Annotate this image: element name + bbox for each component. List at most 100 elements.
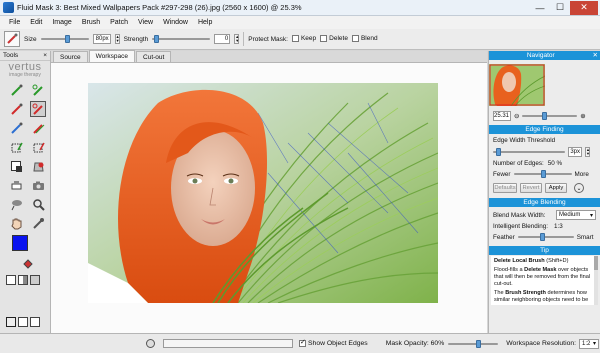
num-edges-value: 50 % xyxy=(547,160,563,167)
menu-patch[interactable]: Patch xyxy=(105,19,133,26)
size-slider[interactable] xyxy=(40,35,89,43)
num-edges-row: Number of Edges: 50 % xyxy=(489,160,600,167)
keep-local-brush-icon[interactable] xyxy=(30,82,46,98)
lasso-icon[interactable] xyxy=(8,196,24,212)
current-brush-icon[interactable] xyxy=(4,31,20,47)
feather-label: Feather xyxy=(493,233,515,241)
delete-local-brush-icon[interactable] xyxy=(30,101,46,117)
feather-smart-row: Feather Smart xyxy=(489,233,600,241)
tab-source[interactable]: Source xyxy=(53,51,88,62)
edge-help-icon[interactable]: ⌄ xyxy=(574,183,584,193)
menu-image[interactable]: Image xyxy=(47,19,76,26)
feather-smart-slider[interactable] xyxy=(517,233,574,241)
eyedropper-icon[interactable] xyxy=(30,215,46,231)
workspace-canvas[interactable] xyxy=(51,63,487,333)
show-object-edges-checkbox[interactable]: Show Object Edges xyxy=(299,338,368,347)
size-value-field[interactable]: 80px xyxy=(92,34,111,44)
edge-finding-buttons: Defaults Revert Apply ⌄ xyxy=(489,183,600,193)
fill-delete-icon[interactable] xyxy=(30,158,46,174)
status-indicator-icon[interactable] xyxy=(146,339,155,348)
tip-scrollbar[interactable] xyxy=(594,256,598,305)
view-single-icon[interactable] xyxy=(6,275,16,285)
blend-brush-icon[interactable] xyxy=(8,120,24,136)
menu-bar: File Edit Image Brush Patch View Window … xyxy=(0,16,600,29)
tool-grid xyxy=(0,78,50,231)
edge-width-slider[interactable] xyxy=(493,148,565,156)
edge-width-spinner[interactable]: ▲ ▼ xyxy=(585,147,590,157)
navigator-thumbnail[interactable] xyxy=(489,64,546,107)
zoom-icon[interactable] xyxy=(30,196,46,212)
edge-finding-header: Edge Finding xyxy=(489,125,600,134)
revert-button[interactable]: Revert xyxy=(520,183,542,193)
delete-checkbox[interactable]: Delete xyxy=(320,35,348,43)
menu-edit[interactable]: Edit xyxy=(25,19,47,26)
num-edges-slider[interactable] xyxy=(513,170,572,178)
zoom-value-field[interactable]: 25.31 xyxy=(493,111,511,121)
patch-brush-icon[interactable] xyxy=(30,139,46,155)
mask-toggle-icon[interactable] xyxy=(18,317,28,327)
edge-width-threshold-label: Edge Width Threshold xyxy=(493,137,556,144)
menu-window[interactable]: Window xyxy=(158,19,193,26)
mask-view-icon[interactable] xyxy=(6,317,16,327)
show-object-edges-label: Show Object Edges xyxy=(308,340,368,347)
delete-brush-icon[interactable] xyxy=(8,101,24,117)
fill-bucket-icon[interactable] xyxy=(22,258,34,272)
title-bar: Fluid Mask 3: Best Mixed Wallpapers Pack… xyxy=(0,0,600,16)
hand-icon[interactable] xyxy=(8,215,24,231)
tab-workspace[interactable]: Workspace xyxy=(88,50,136,62)
intelligent-blending-value: 1:3 xyxy=(553,223,563,230)
view-overlay-icon[interactable] xyxy=(30,275,40,285)
mask-opacity-label: Mask Opacity: 60% xyxy=(385,340,445,347)
vertus-logo: vertus image therapy xyxy=(0,61,50,79)
apply-button[interactable]: Apply xyxy=(545,183,567,193)
strength-spinner[interactable]: ▲ ▼ xyxy=(234,34,240,44)
chevron-down-icon: ▾ xyxy=(589,212,593,219)
delete-label: Delete xyxy=(329,35,348,43)
maximize-button[interactable]: ☐ xyxy=(550,1,570,15)
blend-checkbox[interactable]: Blend xyxy=(351,35,378,43)
menu-view[interactable]: View xyxy=(133,19,158,26)
zoom-out-icon[interactable]: ⊖ xyxy=(514,113,519,120)
tools-close-icon[interactable]: × xyxy=(43,52,47,59)
strength-label: Strength xyxy=(123,35,149,43)
keep-brush-icon[interactable] xyxy=(8,82,24,98)
patch-icon[interactable] xyxy=(8,139,24,155)
zoom-slider[interactable] xyxy=(522,112,578,120)
defaults-button[interactable]: Defaults xyxy=(493,183,517,193)
menu-help[interactable]: Help xyxy=(193,19,217,26)
fewer-label: Fewer xyxy=(493,170,511,178)
edge-blending-header: Edge Blending xyxy=(489,198,600,207)
eraser-icon[interactable] xyxy=(8,177,24,193)
blend-mask-width-select[interactable]: Medium ▾ xyxy=(556,210,596,220)
status-bar: Show Object Edges Mask Opacity: 60% Work… xyxy=(0,333,600,353)
workspace-photo[interactable] xyxy=(88,83,438,303)
tip-shortcut: (Shift+D) xyxy=(546,258,569,264)
tip-line1-strong: Delete Mask xyxy=(524,267,557,273)
menu-brush[interactable]: Brush xyxy=(77,19,105,26)
edge-width-row: 3px ▲ ▼ xyxy=(489,147,600,157)
blend-local-brush-icon[interactable] xyxy=(30,120,46,136)
close-button[interactable]: ✕ xyxy=(570,0,598,15)
fill-keep-icon[interactable] xyxy=(8,158,24,174)
num-edges-label: Number of Edges: xyxy=(493,160,544,167)
navigator-close-icon[interactable]: ✕ xyxy=(593,51,598,60)
edge-width-value[interactable]: 3px xyxy=(568,147,582,157)
keep-checkbox[interactable]: Keep xyxy=(291,35,316,43)
workspace-resolution-value: 1:2 xyxy=(582,340,591,347)
chevron-down-icon: ▾ xyxy=(593,341,597,347)
view-split-icon[interactable] xyxy=(18,275,28,285)
tip-body: Delete Local Brush (Shift+D) Flood-fills… xyxy=(491,256,598,305)
foreground-color-swatch[interactable] xyxy=(12,235,28,251)
mask-opacity-slider[interactable] xyxy=(448,339,499,348)
strength-slider[interactable] xyxy=(152,35,211,43)
workspace-resolution-select[interactable]: 1:2 ▾ xyxy=(579,338,600,349)
minimize-button[interactable]: — xyxy=(530,1,550,15)
edge-blending-title: Edge Blending xyxy=(523,199,566,206)
tab-cut-out[interactable]: Cut-out xyxy=(136,51,172,62)
size-spinner[interactable]: ▲ ▼ xyxy=(114,34,120,44)
camera-icon[interactable] xyxy=(30,177,46,193)
zoom-in-icon[interactable]: ⊕ xyxy=(580,113,585,120)
strength-value-field[interactable]: 0 xyxy=(214,34,231,44)
mask-settings-icon[interactable] xyxy=(30,317,40,327)
menu-file[interactable]: File xyxy=(4,19,25,26)
